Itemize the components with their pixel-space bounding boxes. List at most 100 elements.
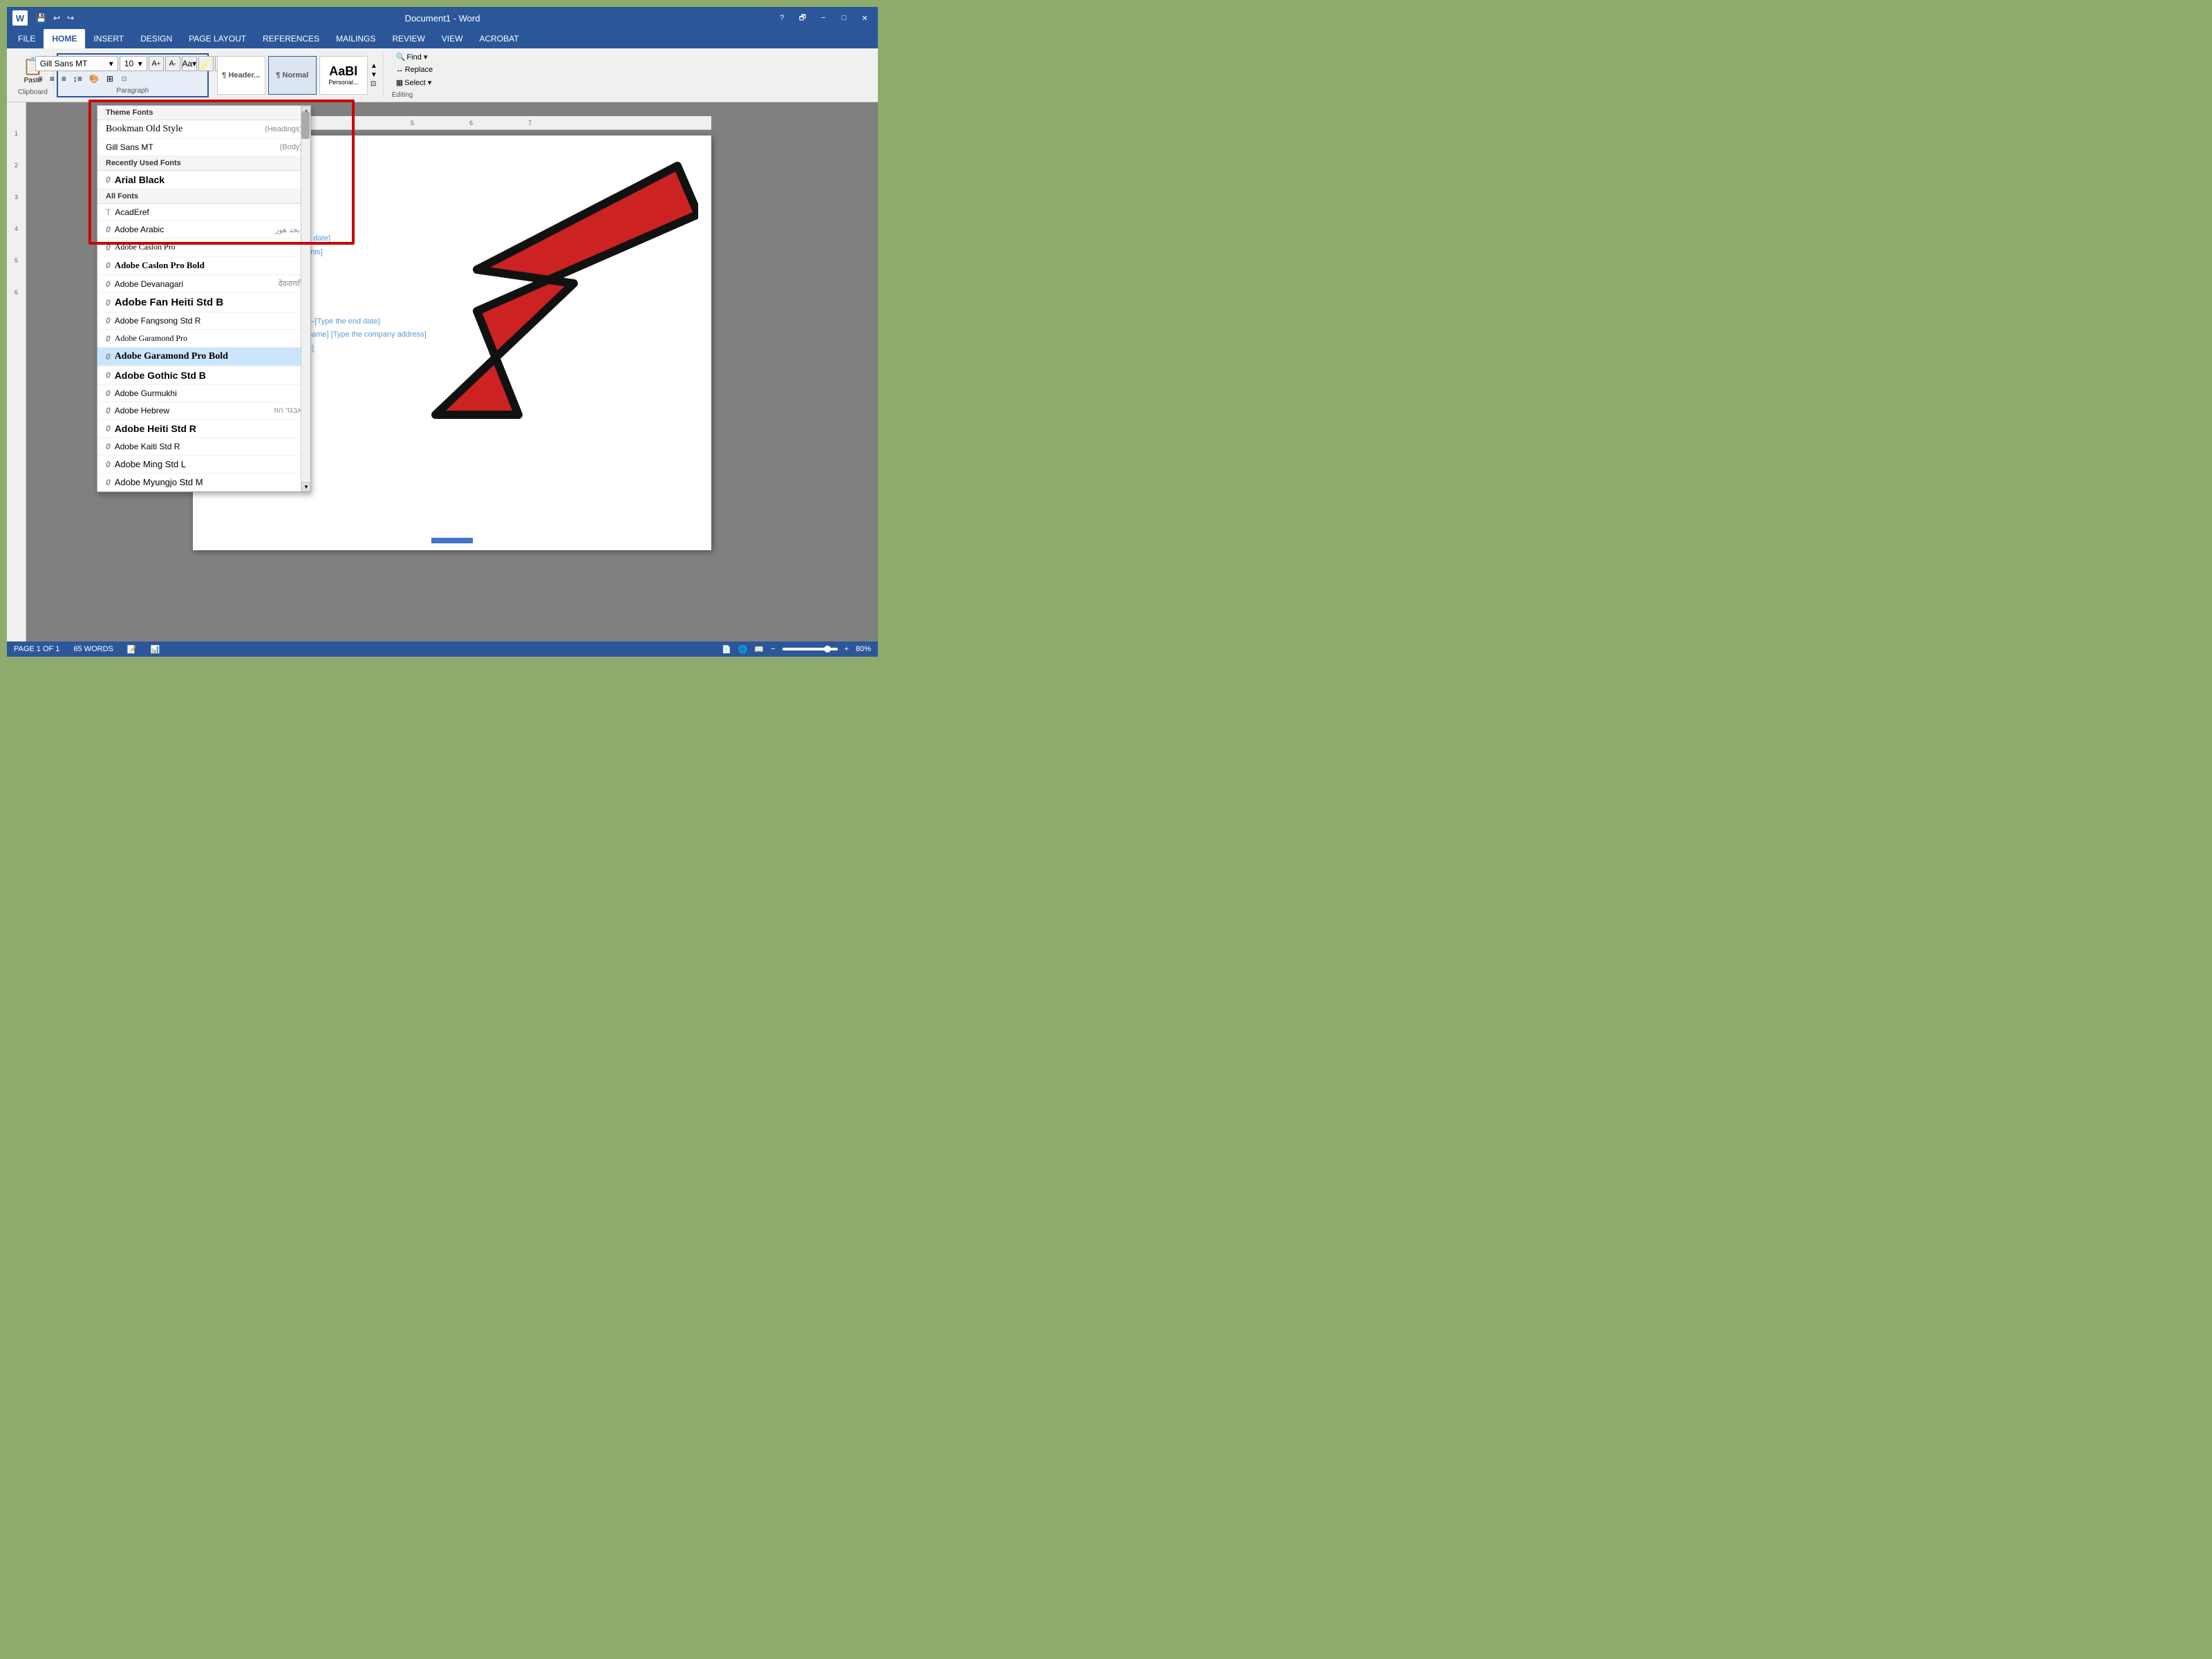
- dropdown-scrollbar[interactable]: ▲ ▼: [301, 106, 310, 491]
- font-adobe-ming[interactable]: 0 Adobe Ming Std L: [97, 456, 310, 474]
- font-controls: Gill Sans MT ▾ 10 ▾ A+ A- Aa▾ 🖌 ☰: [35, 56, 230, 86]
- minimize-button[interactable]: −: [816, 10, 831, 26]
- find-button[interactable]: 🔍 Find ▾: [392, 51, 437, 63]
- adobe-garamond-bold-icon: 0: [106, 352, 111, 362]
- style-header[interactable]: ¶ Header...: [217, 56, 265, 95]
- styles-up-icon[interactable]: ▲: [371, 62, 377, 70]
- proofing-icon[interactable]: 📝: [127, 645, 137, 654]
- acadef-icon: T: [106, 207, 111, 217]
- theme-font-bookman[interactable]: Bookman Old Style (Headings): [97, 120, 310, 139]
- font-adobe-fan-heiti[interactable]: 0 Adobe Fan Heiti Std B: [97, 293, 310, 312]
- font-adobe-devanagari[interactable]: 0 Adobe Devanagari देवनागरी: [97, 275, 310, 293]
- font-adobe-caslon-pro[interactable]: 0 Adobe Caslon Pro: [97, 238, 310, 256]
- select-button[interactable]: ▦ Select ▾: [392, 77, 437, 88]
- replace-button[interactable]: ↔ Replace: [392, 64, 437, 75]
- scrollbar-thumb[interactable]: [301, 111, 310, 139]
- adobe-kaiti-name: Adobe Kaiti Std R: [115, 442, 302, 451]
- window-title: Document1 - Word: [227, 13, 657, 24]
- tab-page-layout[interactable]: PAGE LAYOUT: [180, 29, 254, 48]
- adobe-garamond-bold-name: Adobe Garamond Pro Bold: [115, 351, 302, 362]
- select-label: Select ▾: [404, 78, 431, 87]
- tab-references[interactable]: REFERENCES: [254, 29, 328, 48]
- page-scroll-indicator: [431, 538, 473, 543]
- replace-label: Replace: [405, 66, 433, 74]
- tab-view[interactable]: VIEW: [433, 29, 471, 48]
- undo-icon[interactable]: ↩: [50, 12, 63, 24]
- zoom-slider[interactable]: [782, 648, 838, 650]
- font-adobe-hebrew[interactable]: 0 Adobe Hebrew אבגד הוז: [97, 402, 310, 420]
- ruler-mark-1: 1: [15, 130, 18, 137]
- tab-mailings[interactable]: MAILINGS: [328, 29, 384, 48]
- adobe-gurmukhi-icon: 0: [106, 388, 111, 398]
- align-right-icon[interactable]: ≡: [59, 73, 69, 85]
- title-bar-left: W 💾 ↩ ↪: [12, 10, 227, 26]
- adobe-hebrew-icon: 0: [106, 406, 111, 415]
- zoom-level: 80%: [856, 645, 871, 653]
- adobe-caslon-name: Adobe Caslon Pro: [115, 242, 302, 252]
- help-button[interactable]: ?: [774, 10, 789, 26]
- font-aa-button[interactable]: Aa▾: [182, 56, 197, 71]
- tab-insert[interactable]: INSERT: [85, 29, 132, 48]
- font-adobe-gothic[interactable]: 0 Adobe Gothic Std B: [97, 366, 310, 385]
- style-header-preview: ¶ Header...: [222, 71, 260, 79]
- macro-icon[interactable]: 📊: [151, 645, 160, 654]
- ruler-h-7: 7: [528, 120, 532, 126]
- adobe-fangsong-icon: 0: [106, 316, 111, 326]
- expand-icon[interactable]: ⊡: [119, 74, 130, 84]
- shading-icon[interactable]: 🎨: [86, 73, 102, 85]
- view-print-icon[interactable]: 📄: [722, 645, 731, 654]
- scroll-down-button[interactable]: ▼: [301, 482, 311, 491]
- theme-font-gillsans[interactable]: Gill Sans MT (Body): [97, 139, 310, 156]
- view-web-icon[interactable]: 🌐: [738, 645, 748, 654]
- style-normal-preview: ¶ Normal: [276, 71, 308, 79]
- font-adobe-arabic[interactable]: 0 Adobe Arabic أيجد هوز: [97, 221, 310, 238]
- font-adobe-garamond-pro-bold[interactable]: 0 Adobe Garamond Pro Bold: [97, 348, 310, 366]
- arial-black-icon: 0: [106, 175, 111, 185]
- adobe-heiti-name: Adobe Heiti Std R: [115, 423, 302, 434]
- style-normal[interactable]: ¶ Normal: [268, 56, 317, 95]
- font-adobe-fangsong[interactable]: 0 Adobe Fangsong Std R: [97, 312, 310, 330]
- gillsans-name: Gill Sans MT: [106, 142, 280, 152]
- font-adobe-kaiti[interactable]: 0 Adobe Kaiti Std R: [97, 438, 310, 456]
- font-adobe-caslon-pro-bold[interactable]: 0 Adobe Caslon Pro Bold: [97, 256, 310, 275]
- tab-design[interactable]: DESIGN: [132, 29, 180, 48]
- font-name-dropdown[interactable]: Gill Sans MT ▾: [35, 56, 118, 71]
- borders-icon[interactable]: ⊞: [104, 73, 116, 85]
- align-center-icon[interactable]: ≡: [47, 73, 57, 85]
- font-grow-button[interactable]: A+: [149, 56, 164, 71]
- tab-home[interactable]: HOME: [44, 29, 85, 48]
- font-adobe-heiti[interactable]: 0 Adobe Heiti Std R: [97, 420, 310, 438]
- maximize-button[interactable]: □: [836, 10, 852, 26]
- font-acadef[interactable]: T AcadEref: [97, 204, 310, 221]
- font-adobe-garamond-pro[interactable]: 0 Adobe Garamond Pro: [97, 330, 310, 348]
- adobe-garamond-icon: 0: [106, 334, 111, 344]
- recent-font-arial-black[interactable]: 0 Arial Black: [97, 171, 310, 189]
- font-shrink-button[interactable]: A-: [165, 56, 180, 71]
- acadef-name: AcadEref: [115, 207, 302, 217]
- close-button[interactable]: ✕: [857, 10, 872, 26]
- adobe-devanagari-icon: 0: [106, 279, 111, 289]
- adobe-devanagari-tag: देवनागरी: [279, 279, 302, 289]
- zoom-minus-button[interactable]: −: [771, 645, 775, 653]
- align-left-icon[interactable]: ≡: [35, 73, 46, 85]
- tab-acrobat[interactable]: ACROBAT: [471, 29, 527, 48]
- title-bar: W 💾 ↩ ↪ Document1 - Word ? 🗗 − □ ✕: [7, 7, 878, 29]
- view-read-icon[interactable]: 📖: [754, 645, 764, 654]
- styles-group: ¶ Header... ¶ Normal AaBl Personal... ▲ …: [212, 53, 384, 97]
- zoom-plus-button[interactable]: +: [845, 645, 849, 653]
- tab-file[interactable]: FILE: [10, 29, 44, 48]
- restore-button[interactable]: 🗗: [795, 10, 810, 26]
- save-icon[interactable]: 💾: [33, 12, 49, 24]
- font-adobe-gurmukhi[interactable]: 0 Adobe Gurmukhi: [97, 385, 310, 402]
- line-spacing-icon[interactable]: ↕≡: [71, 73, 85, 85]
- adobe-gurmukhi-name: Adobe Gurmukhi: [115, 388, 302, 398]
- styles-down-icon[interactable]: ▼: [371, 71, 377, 79]
- font-adobe-myungjo[interactable]: 0 Adobe Myungjo Std M: [97, 474, 310, 491]
- style-personal[interactable]: AaBl Personal...: [319, 56, 368, 95]
- replace-icon: ↔: [396, 66, 404, 74]
- adobe-caslon-bold-name: Adobe Caslon Pro Bold: [115, 260, 302, 271]
- styles-expand-icon[interactable]: ⊡: [371, 80, 377, 88]
- redo-icon[interactable]: ↪: [64, 12, 77, 24]
- font-size-dropdown[interactable]: 10 ▾: [120, 56, 147, 71]
- tab-review[interactable]: REVIEW: [384, 29, 433, 48]
